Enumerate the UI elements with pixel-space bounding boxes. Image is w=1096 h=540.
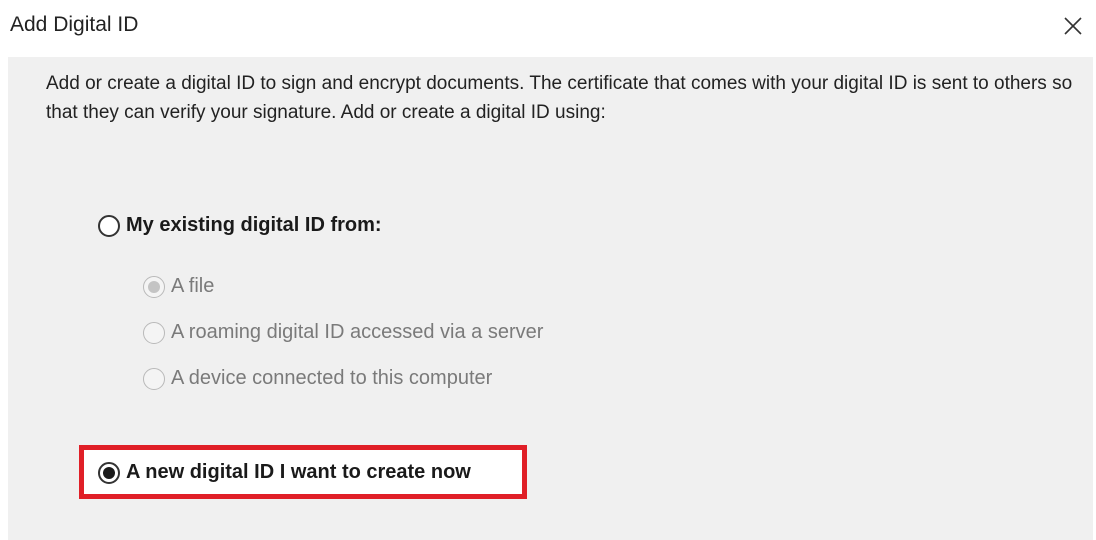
radio-dot: [148, 280, 160, 293]
radio-new-digital-id[interactable]: A new digital ID I want to create now: [98, 461, 471, 484]
radio-file-label: A file: [171, 275, 215, 297]
radio-new-label: A new digital ID I want to create now: [126, 461, 471, 483]
dialog-title: Add Digital ID: [10, 13, 139, 36]
radio-a-file[interactable]: A file: [143, 275, 214, 298]
close-button[interactable]: [1058, 10, 1088, 40]
radio-roaming-label: A roaming digital ID accessed via a serv…: [171, 321, 544, 343]
radio-existing-label: My existing digital ID from:: [126, 214, 382, 236]
radio-button-unselected[interactable]: [98, 214, 120, 237]
radio-button-disabled[interactable]: [143, 367, 165, 390]
radio-device-connected[interactable]: A device connected to this computer: [143, 367, 492, 390]
radio-dot: [103, 466, 115, 479]
dialog-titlebar: Add Digital ID: [0, 0, 1096, 56]
radio-device-label: A device connected to this computer: [171, 367, 493, 389]
radio-button-disabled-selected[interactable]: [143, 275, 165, 298]
radio-roaming-digital-id[interactable]: A roaming digital ID accessed via a serv…: [143, 321, 543, 344]
dialog-description: Add or create a digital ID to sign and e…: [46, 73, 1073, 123]
close-icon: [1064, 17, 1082, 35]
radio-button-disabled[interactable]: [143, 321, 165, 344]
add-digital-id-dialog: Add Digital ID Add or create a digital I…: [0, 0, 1096, 540]
radio-existing-digital-id[interactable]: My existing digital ID from:: [98, 214, 382, 237]
radio-button-selected[interactable]: [98, 461, 120, 484]
